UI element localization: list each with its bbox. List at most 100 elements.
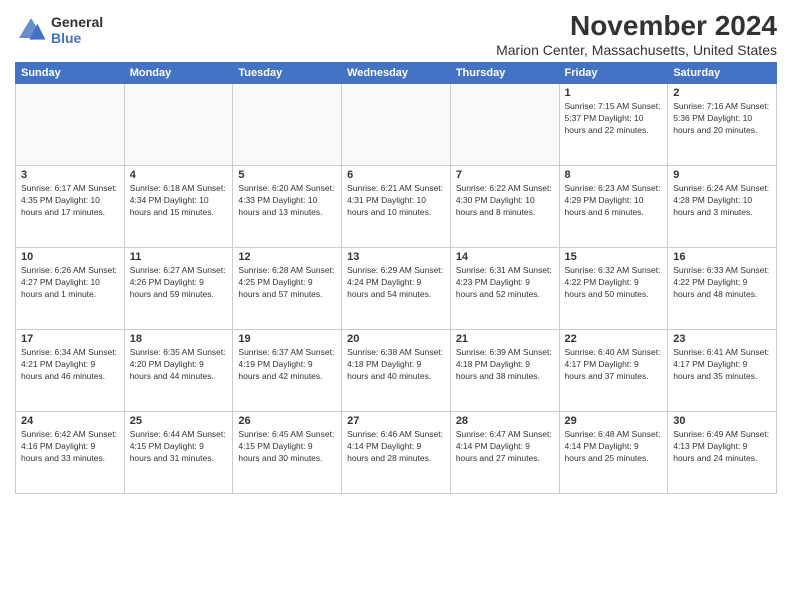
day-number: 2 [673,87,771,99]
day-number: 19 [238,333,336,345]
day-number: 22 [565,333,663,345]
title-block: November 2024 Marion Center, Massachuset… [496,10,777,58]
day-info: Sunrise: 6:40 AM Sunset: 4:17 PM Dayligh… [565,347,663,383]
day-number: 29 [565,415,663,427]
calendar-cell: 13 Sunrise: 6:29 AM Sunset: 4:24 PM Dayli… [342,248,451,330]
day-number: 1 [565,87,663,99]
calendar-cell: 2 Sunrise: 7:16 AM Sunset: 5:36 PM Daylig… [668,84,777,166]
calendar-cell: 10Sunrise: 6:26 AM Sunset: 4:27 PM Dayli… [16,248,125,330]
calendar-cell [233,84,342,166]
calendar-cell: 5 Sunrise: 6:20 AM Sunset: 4:33 PM Daylig… [233,166,342,248]
day-number: 26 [238,415,336,427]
day-info: Sunrise: 6:48 AM Sunset: 4:14 PM Dayligh… [565,429,663,465]
day-info: Sunrise: 6:17 AM Sunset: 4:35 PM Dayligh… [21,183,119,219]
calendar-cell: 27Sunrise: 6:46 AM Sunset: 4:14 PM Dayli… [342,412,451,494]
day-info: Sunrise: 6:28 AM Sunset: 4:25 PM Dayligh… [238,265,336,301]
day-number: 14 [456,251,554,263]
calendar: Sunday Monday Tuesday Wednesday Thursday… [15,62,777,494]
day-info: Sunrise: 6:23 AM Sunset: 4:29 PM Dayligh… [565,183,663,219]
calendar-cell: 19 Sunrise: 6:37 AM Sunset: 4:19 PM Dayli… [233,330,342,412]
day-number: 12 [238,251,336,263]
calendar-cell: 12 Sunrise: 6:28 AM Sunset: 4:25 PM Dayli… [233,248,342,330]
calendar-cell: 18 Sunrise: 6:35 AM Sunset: 4:20 PM Dayli… [124,330,233,412]
day-info: Sunrise: 6:22 AM Sunset: 4:30 PM Dayligh… [456,183,554,219]
header: General Blue November 2024 Marion Center… [15,10,777,58]
calendar-week-2: 3 Sunrise: 6:17 AM Sunset: 4:35 PM Daylig… [16,166,777,248]
calendar-cell [124,84,233,166]
day-info: Sunrise: 6:45 AM Sunset: 4:15 PM Dayligh… [238,429,336,465]
calendar-cell: 4 Sunrise: 6:18 AM Sunset: 4:34 PM Daylig… [124,166,233,248]
day-info: Sunrise: 6:41 AM Sunset: 4:17 PM Dayligh… [673,347,771,383]
day-number: 27 [347,415,445,427]
day-info: Sunrise: 7:15 AM Sunset: 5:37 PM Dayligh… [565,101,663,137]
calendar-cell: 11 Sunrise: 6:27 AM Sunset: 4:26 PM Dayli… [124,248,233,330]
day-number: 18 [130,333,228,345]
day-info: Sunrise: 6:38 AM Sunset: 4:18 PM Dayligh… [347,347,445,383]
day-info: Sunrise: 6:44 AM Sunset: 4:15 PM Dayligh… [130,429,228,465]
calendar-cell: 6 Sunrise: 6:21 AM Sunset: 4:31 PM Daylig… [342,166,451,248]
day-number: 24 [21,415,119,427]
header-thursday: Thursday [450,63,559,84]
day-number: 7 [456,169,554,181]
calendar-cell: 24 Sunrise: 6:42 AM Sunset: 4:16 PM Dayli… [16,412,125,494]
calendar-cell: 28Sunrise: 6:47 AM Sunset: 4:14 PM Dayli… [450,412,559,494]
day-number: 17 [21,333,119,345]
calendar-cell: 25 Sunrise: 6:44 AM Sunset: 4:15 PM Dayli… [124,412,233,494]
header-friday: Friday [559,63,668,84]
day-number: 16 [673,251,771,263]
day-number: 30 [673,415,771,427]
calendar-cell: 29 Sunrise: 6:48 AM Sunset: 4:14 PM Dayli… [559,412,668,494]
day-number: 3 [21,169,119,181]
main-title: November 2024 [496,10,777,42]
day-info: Sunrise: 6:20 AM Sunset: 4:33 PM Dayligh… [238,183,336,219]
day-number: 20 [347,333,445,345]
day-number: 5 [238,169,336,181]
day-number: 6 [347,169,445,181]
header-monday: Monday [124,63,233,84]
day-number: 28 [456,415,554,427]
calendar-week-4: 17 Sunrise: 6:34 AM Sunset: 4:21 PM Dayli… [16,330,777,412]
logo: General Blue [15,14,103,46]
day-info: Sunrise: 6:31 AM Sunset: 4:23 PM Dayligh… [456,265,554,301]
header-wednesday: Wednesday [342,63,451,84]
calendar-cell: 8 Sunrise: 6:23 AM Sunset: 4:29 PM Daylig… [559,166,668,248]
page: General Blue November 2024 Marion Center… [0,0,792,612]
calendar-cell: 23Sunrise: 6:41 AM Sunset: 4:17 PM Dayli… [668,330,777,412]
calendar-header-row: Sunday Monday Tuesday Wednesday Thursday… [16,63,777,84]
day-info: Sunrise: 6:37 AM Sunset: 4:19 PM Dayligh… [238,347,336,383]
calendar-week-3: 10Sunrise: 6:26 AM Sunset: 4:27 PM Dayli… [16,248,777,330]
day-info: Sunrise: 6:29 AM Sunset: 4:24 PM Dayligh… [347,265,445,301]
calendar-cell: 30 Sunrise: 6:49 AM Sunset: 4:13 PM Dayli… [668,412,777,494]
calendar-cell: 22 Sunrise: 6:40 AM Sunset: 4:17 PM Dayli… [559,330,668,412]
day-info: Sunrise: 6:24 AM Sunset: 4:28 PM Dayligh… [673,183,771,219]
calendar-cell [342,84,451,166]
day-info: Sunrise: 6:35 AM Sunset: 4:20 PM Dayligh… [130,347,228,383]
day-info: Sunrise: 6:34 AM Sunset: 4:21 PM Dayligh… [21,347,119,383]
day-number: 25 [130,415,228,427]
day-info: Sunrise: 7:16 AM Sunset: 5:36 PM Dayligh… [673,101,771,137]
day-info: Sunrise: 6:27 AM Sunset: 4:26 PM Dayligh… [130,265,228,301]
logo-text: General Blue [51,14,103,46]
day-number: 21 [456,333,554,345]
day-info: Sunrise: 6:21 AM Sunset: 4:31 PM Dayligh… [347,183,445,219]
header-tuesday: Tuesday [233,63,342,84]
day-number: 4 [130,169,228,181]
calendar-week-1: 1 Sunrise: 7:15 AM Sunset: 5:37 PM Daylig… [16,84,777,166]
day-number: 9 [673,169,771,181]
calendar-cell: 20 Sunrise: 6:38 AM Sunset: 4:18 PM Dayli… [342,330,451,412]
day-number: 10 [21,251,119,263]
day-info: Sunrise: 6:42 AM Sunset: 4:16 PM Dayligh… [21,429,119,465]
subtitle: Marion Center, Massachusetts, United Sta… [496,42,777,58]
calendar-cell: 16Sunrise: 6:33 AM Sunset: 4:22 PM Dayli… [668,248,777,330]
calendar-cell: 26 Sunrise: 6:45 AM Sunset: 4:15 PM Dayli… [233,412,342,494]
day-number: 8 [565,169,663,181]
calendar-cell [16,84,125,166]
calendar-cell: 7 Sunrise: 6:22 AM Sunset: 4:30 PM Daylig… [450,166,559,248]
header-saturday: Saturday [668,63,777,84]
day-number: 11 [130,251,228,263]
calendar-week-5: 24 Sunrise: 6:42 AM Sunset: 4:16 PM Dayli… [16,412,777,494]
day-info: Sunrise: 6:18 AM Sunset: 4:34 PM Dayligh… [130,183,228,219]
day-info: Sunrise: 6:39 AM Sunset: 4:18 PM Dayligh… [456,347,554,383]
day-number: 13 [347,251,445,263]
day-info: Sunrise: 6:49 AM Sunset: 4:13 PM Dayligh… [673,429,771,465]
